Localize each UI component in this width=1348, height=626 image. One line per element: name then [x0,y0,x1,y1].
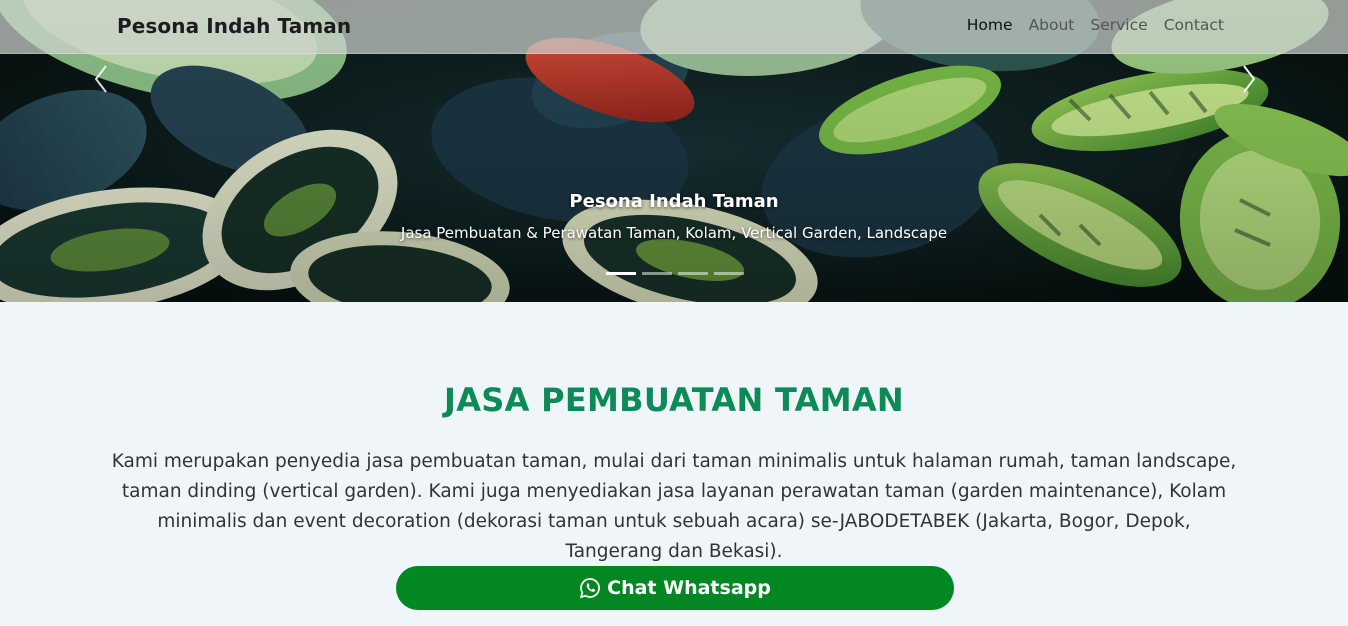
carousel-indicator-3[interactable] [678,272,708,275]
navbar: Pesona Indah Taman Home About Service Co… [0,0,1348,54]
section-title: JASA PEMBUATAN TAMAN [444,381,904,419]
nav-link-contact[interactable]: Contact [1164,16,1224,34]
chat-whatsapp-button[interactable]: Chat Whatsapp [396,566,954,610]
carousel-next-button[interactable] [1232,60,1264,98]
whatsapp-icon [580,578,601,599]
carousel-indicator-1[interactable] [606,272,636,275]
chevron-left-icon [94,65,107,93]
hero-title: Pesona Indah Taman [569,191,779,212]
hero-subtitle: Jasa Pembuatan & Perawatan Taman, Kolam,… [400,224,948,242]
brand-logo[interactable]: Pesona Indah Taman [117,14,351,38]
section-description: Kami merupakan penyedia jasa pembuatan t… [111,451,1237,562]
chevron-right-icon [1243,65,1256,93]
carousel-indicator-2[interactable] [642,272,672,275]
nav-links: Home About Service Contact [967,16,1224,34]
carousel-indicator-4[interactable] [714,272,744,275]
nav-link-home[interactable]: Home [967,16,1013,34]
nav-link-about[interactable]: About [1029,16,1075,34]
chat-whatsapp-label: Chat Whatsapp [607,577,771,599]
nav-link-service[interactable]: Service [1090,16,1147,34]
carousel-prev-button[interactable] [86,60,118,98]
carousel-indicators [606,272,744,275]
